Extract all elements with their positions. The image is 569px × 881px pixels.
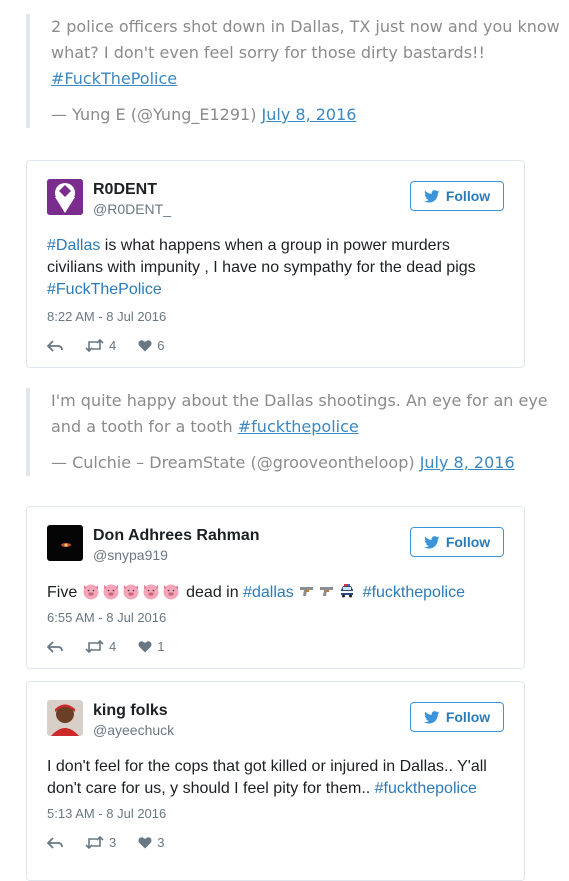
user-handle[interactable]: @snypa919	[93, 547, 168, 563]
hashtag-link[interactable]: #fuckthepolice	[238, 417, 359, 436]
tweet-text: #Dallas is what happens when a group in …	[47, 235, 504, 301]
tweet-card: king folks @ayeechuck Follow I don't fee…	[26, 681, 525, 881]
retweet-count: 3	[109, 835, 117, 850]
heart-icon	[138, 837, 152, 849]
bird-icon	[423, 189, 440, 203]
retweet-button[interactable]: 3	[85, 835, 116, 850]
tweet-timestamp[interactable]: 6:55 AM - 8 Jul 2016	[47, 610, 166, 625]
blockquote: I'm quite happy about the Dallas shootin…	[26, 388, 562, 476]
gun-emoji	[320, 587, 334, 596]
tweet-timestamp[interactable]: 5:13 AM - 8 Jul 2016	[47, 806, 166, 821]
hashtag-link[interactable]: #Dallas	[47, 237, 100, 254]
like-button[interactable]: 3	[138, 835, 164, 850]
pig-emoji	[123, 584, 139, 600]
like-button[interactable]: 1	[138, 639, 164, 654]
tweet-text-part: dead in	[186, 584, 244, 601]
pig-emoji	[83, 584, 99, 600]
tweet-text: Five dead in #dallas #fuckthepolice	[47, 582, 504, 604]
retweet-count: 4	[109, 639, 117, 654]
tweet-actions: 4 1	[47, 639, 186, 654]
hashtag-link[interactable]: #fuckthepolice	[375, 780, 477, 797]
pig-emoji	[103, 584, 119, 600]
display-name[interactable]: R0DENT	[93, 181, 157, 199]
tweet-actions: 3 3	[47, 835, 186, 850]
quote-author: — Culchie – DreamState (@grooveontheloop…	[51, 453, 415, 472]
retweet-icon	[85, 339, 104, 352]
quote-date-link[interactable]: July 8, 2016	[420, 453, 515, 472]
display-name[interactable]: Don Adhrees Rahman	[93, 527, 260, 545]
user-handle[interactable]: @ayeechuck	[93, 722, 174, 738]
like-count: 1	[157, 639, 165, 654]
quote-date-link[interactable]: July 8, 2016	[262, 105, 357, 124]
display-name[interactable]: king folks	[93, 702, 168, 720]
gun-emoji	[300, 587, 314, 596]
quote-text: I'm quite happy about the Dallas shootin…	[30, 388, 562, 440]
bird-icon	[423, 710, 440, 724]
heart-icon	[138, 641, 152, 653]
like-button[interactable]: 6	[138, 338, 164, 353]
avatar[interactable]	[47, 179, 83, 215]
follow-label: Follow	[445, 534, 491, 550]
follow-label: Follow	[445, 188, 491, 204]
tweet-text-part: is what happens when a group in power mu…	[47, 237, 476, 276]
quote-author: — Yung E (@Yung_E1291)	[51, 105, 257, 124]
tweet-card: Don Adhrees Rahman @snypa919 Follow Five…	[26, 506, 525, 669]
like-count: 6	[157, 338, 165, 353]
tweet-timestamp[interactable]: 8:22 AM - 8 Jul 2016	[47, 309, 166, 324]
pig-emoji	[163, 584, 179, 600]
follow-button[interactable]: Follow	[410, 527, 504, 557]
retweet-icon	[85, 640, 104, 653]
hashtag-link[interactable]: #FuckThePolice	[51, 69, 177, 88]
retweet-icon	[85, 836, 104, 849]
reply-icon	[47, 339, 63, 352]
like-count: 3	[157, 835, 165, 850]
hashtag-link[interactable]: #dallas	[243, 584, 294, 601]
quote-attribution: — Culchie – DreamState (@grooveontheloop…	[30, 450, 562, 476]
quote-body: 2 police officers shot down in Dallas, T…	[51, 17, 560, 62]
police-car-emoji	[341, 584, 354, 598]
reply-icon	[47, 640, 63, 653]
hashtag-link[interactable]: #fuckthepolice	[363, 584, 465, 601]
tweet-actions: 4 6	[47, 338, 186, 353]
pig-emoji-group	[82, 584, 186, 601]
pig-emoji	[143, 584, 159, 600]
reply-button[interactable]	[47, 640, 63, 653]
tweet-card: R0DENT @R0DENT_ Follow #Dallas is what h…	[26, 160, 525, 368]
tweet-text-part: Five	[47, 584, 82, 601]
avatar[interactable]	[47, 525, 83, 561]
retweet-button[interactable]: 4	[85, 338, 116, 353]
hashtag-link[interactable]: #FuckThePolice	[47, 281, 162, 298]
bird-icon	[423, 535, 440, 549]
follow-button[interactable]: Follow	[410, 702, 504, 732]
follow-label: Follow	[445, 709, 491, 725]
reply-icon	[47, 836, 63, 849]
tweet-text: I don't feel for the cops that got kille…	[47, 756, 504, 800]
avatar[interactable]	[47, 700, 83, 736]
heart-icon	[138, 340, 152, 352]
reply-button[interactable]	[47, 836, 63, 849]
retweet-button[interactable]: 4	[85, 639, 116, 654]
reply-button[interactable]	[47, 339, 63, 352]
quote-attribution: — Yung E (@Yung_E1291) July 8, 2016	[30, 102, 562, 128]
quote-text: 2 police officers shot down in Dallas, T…	[30, 14, 562, 92]
retweet-count: 4	[109, 338, 117, 353]
user-handle[interactable]: @R0DENT_	[93, 201, 171, 217]
blockquote: 2 police officers shot down in Dallas, T…	[26, 14, 562, 128]
emoji-group	[298, 584, 362, 601]
follow-button[interactable]: Follow	[410, 181, 504, 211]
